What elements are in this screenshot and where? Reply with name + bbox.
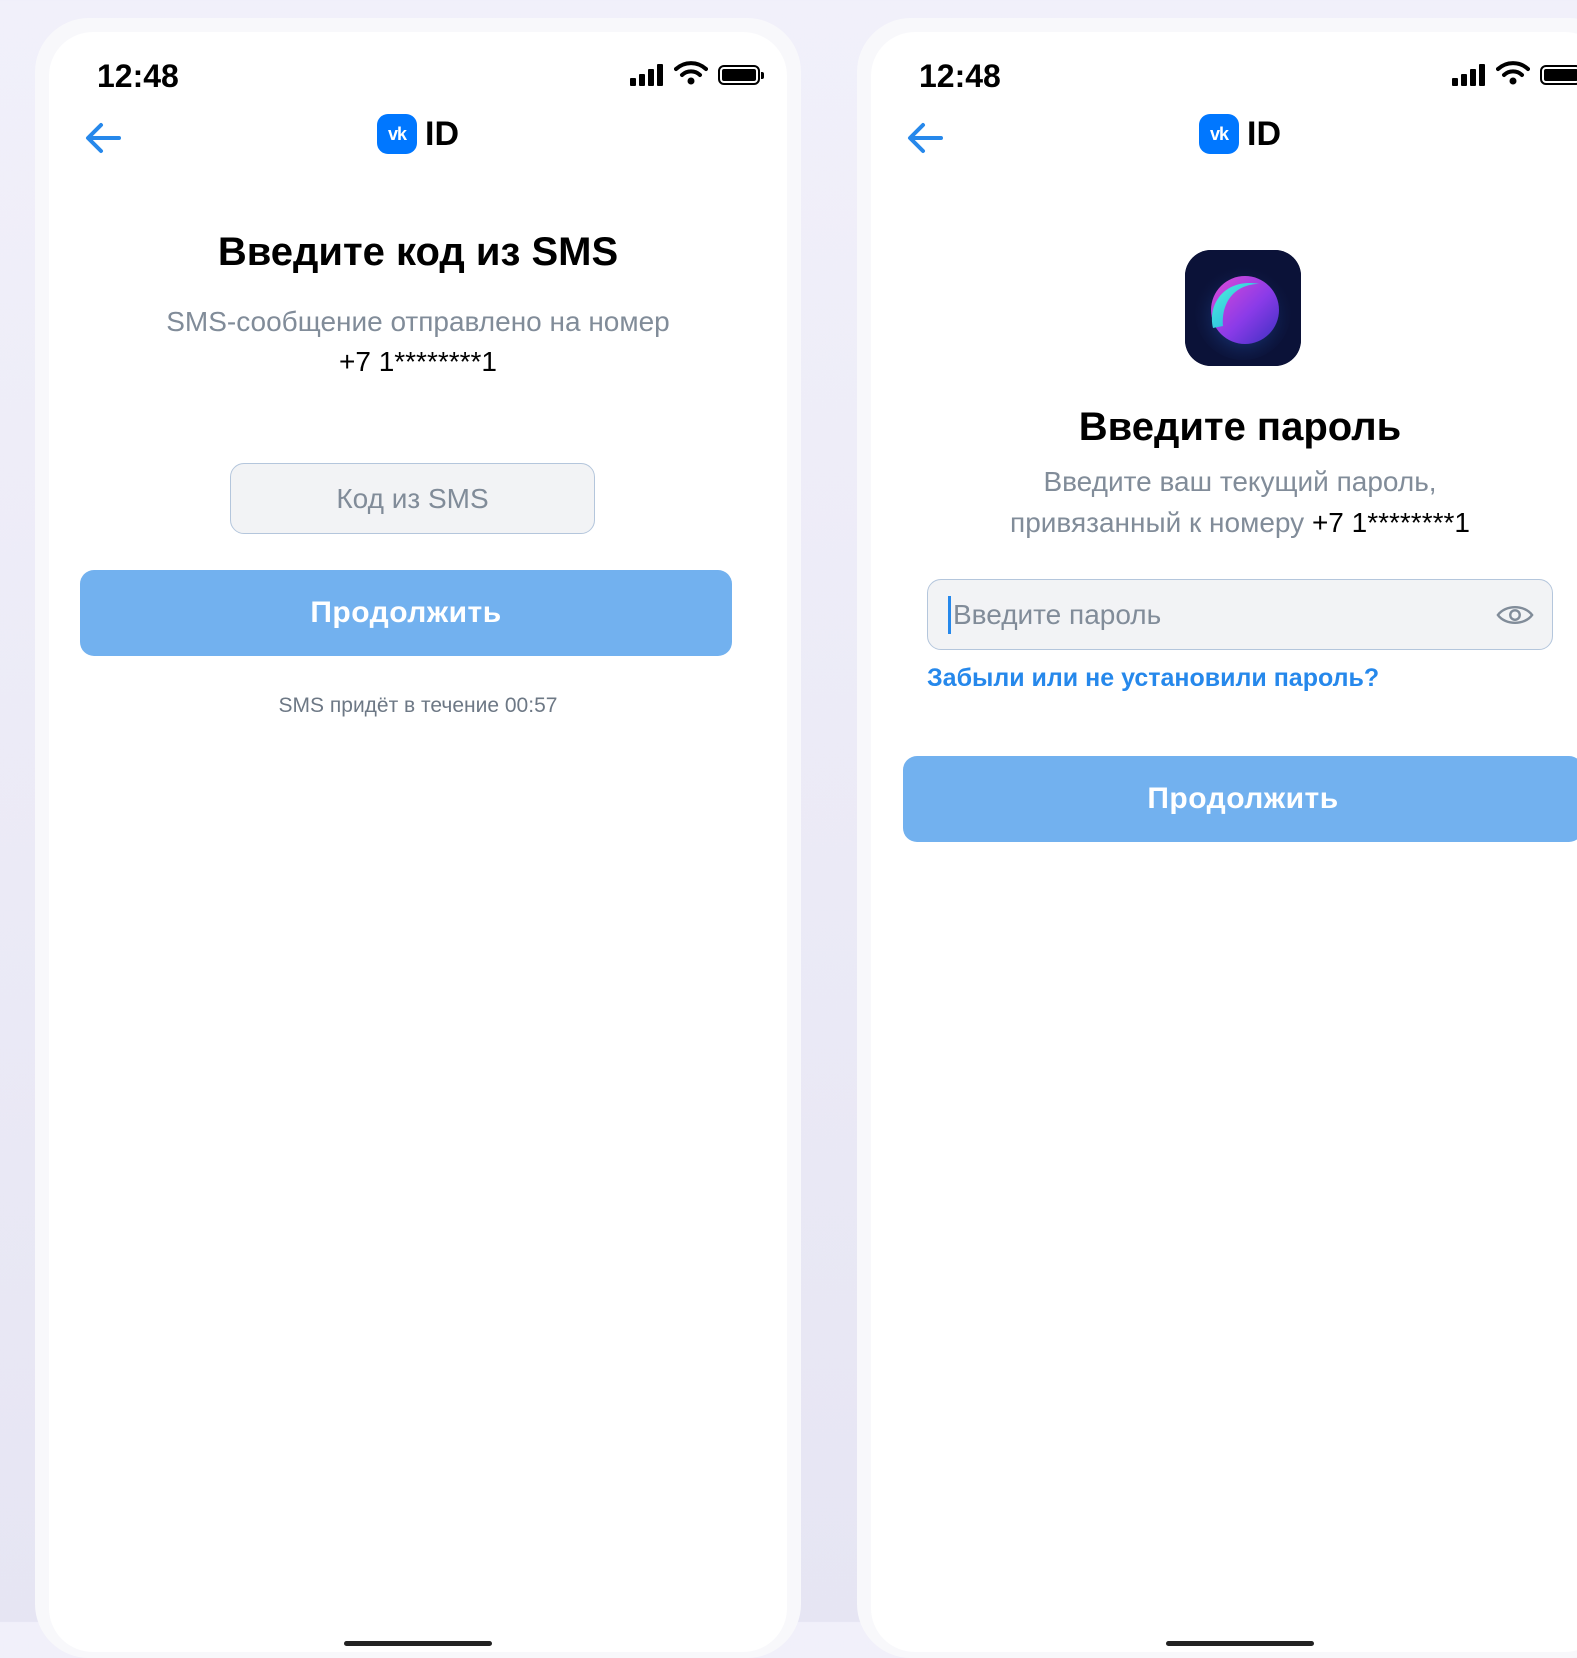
wifi-icon — [674, 61, 708, 85]
continue-button-label: Продолжить — [310, 596, 502, 629]
page-title: Введите пароль — [1078, 405, 1402, 449]
home-indicator — [1166, 1641, 1314, 1646]
forgot-password-link[interactable]: Забыли или не установили пароль? — [927, 664, 1379, 693]
sms-timer-text: SMS придёт в течение 00:57 — [278, 694, 558, 717]
phone-number: +7 1********1 — [1311, 507, 1470, 538]
vk-id-logo: vk ID — [49, 114, 787, 154]
subtitle: Введите ваш текущий пароль, — [1043, 466, 1437, 497]
cellular-signal-icon — [630, 60, 664, 90]
status-bar-icons — [1452, 60, 1577, 90]
vk-badge-icon: vk — [1199, 114, 1239, 154]
subtitle-second-line: привязанный к номеру +7 1********1 — [871, 503, 1577, 543]
sms-code-placeholder: Код из SMS — [336, 482, 489, 514]
continue-button-label: Продолжить — [1147, 782, 1339, 815]
battery-icon — [718, 65, 760, 85]
subtitle: SMS-сообщение отправлено на номер — [166, 306, 670, 337]
status-time: 12:48 — [919, 58, 1001, 94]
eye-icon[interactable] — [1496, 603, 1534, 627]
logo-text: ID — [425, 114, 459, 153]
password-placeholder: Введите пароль — [953, 598, 1162, 630]
continue-button[interactable]: Продолжить — [80, 570, 732, 656]
password-screen: 12:48 vk ID Введите пароль Введите ваш т… — [871, 32, 1577, 1652]
text-cursor — [948, 595, 951, 634]
app-logo-icon — [1185, 250, 1301, 366]
wifi-icon — [1496, 61, 1530, 85]
sms-code-input[interactable]: Код из SMS — [230, 463, 595, 534]
home-indicator — [344, 1641, 492, 1646]
battery-icon — [1540, 65, 1577, 85]
continue-button[interactable]: Продолжить — [903, 756, 1577, 842]
sms-code-screen: 12:48 vk ID Введите код из SMS SMS-сообщ… — [49, 32, 787, 1652]
password-input[interactable]: Введите пароль — [927, 579, 1553, 650]
battery-tip — [761, 72, 764, 79]
status-time: 12:48 — [97, 58, 179, 94]
cellular-signal-icon — [1452, 60, 1486, 90]
page-title: Введите код из SMS — [217, 230, 619, 274]
logo-text: ID — [1247, 114, 1281, 153]
subtitle-prefix: привязанный к номеру — [1010, 507, 1305, 538]
vk-id-logo: vk ID — [871, 114, 1577, 154]
vk-badge-icon: vk — [377, 114, 417, 154]
phone-number: +7 1********1 — [338, 346, 498, 377]
status-bar-icons — [630, 60, 780, 90]
